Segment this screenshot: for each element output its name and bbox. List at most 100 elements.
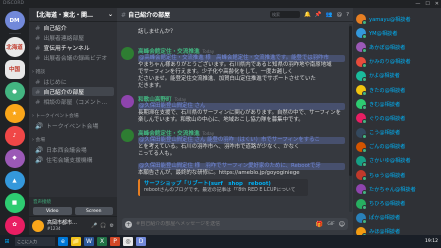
message-author[interactable]: 和歌山高野町	[138, 95, 172, 103]
member-item[interactable]: YM@相談者	[356, 26, 438, 40]
screen-share-button[interactable]: Screen	[74, 207, 113, 215]
search-input[interactable]: 検索	[270, 11, 300, 18]
member-item[interactable]: きたの@相談者	[356, 83, 438, 97]
member-item[interactable]: ぐりの@相談者	[356, 111, 438, 125]
member-name: かよ@相談者	[369, 73, 400, 80]
member-name: かみのり@相談者	[369, 59, 411, 66]
scrollbar[interactable]	[349, 24, 352, 212]
header-icon[interactable]: 🔔	[304, 12, 311, 18]
channel-label: 日本西会議会場	[46, 148, 87, 154]
message-text: やまちゃん様ありがとうございます。石川県内であると知県の羽咋地や南原地域	[138, 62, 332, 68]
member-item[interactable]: yamayu@相談者	[356, 12, 438, 26]
member-item[interactable]: みほ@相談者	[356, 225, 438, 235]
server-icon[interactable]: ▲	[4, 171, 25, 191]
avatar[interactable]	[32, 220, 44, 232]
windows-start-icon[interactable]: ⊞	[2, 237, 12, 246]
header-icon[interactable]: ?	[346, 12, 349, 18]
taskbar-app-icon[interactable]: X	[97, 237, 107, 246]
member-item[interactable]: ちゅう@相談者	[356, 168, 438, 182]
server-icon[interactable]: 中国	[4, 59, 25, 79]
taskbar-app-icon[interactable]: 📁	[71, 237, 81, 246]
message-body: 高峰会館定住・交流推進 Today @高峰会館定住・交流推進 様 高峰会館定住・交流…	[138, 47, 345, 90]
message-header: 高峰会館定住・交流推進 Today	[138, 47, 345, 55]
channel-item[interactable]: # はじめに	[32, 77, 114, 87]
channel-label: 相談の部屋（コメント…	[43, 100, 108, 106]
gift-icon[interactable]: 🎁	[316, 221, 323, 228]
avatar[interactable]	[121, 129, 134, 142]
server-icon[interactable]: DM	[4, 11, 25, 31]
message-author[interactable]: 高峰会館定住・交流推進	[138, 129, 200, 137]
channel-label: 住宅会議支援機構	[46, 158, 93, 164]
headset-icon[interactable]: 🎧	[100, 223, 106, 229]
scrollbar-thumb[interactable]	[349, 26, 352, 176]
channel-item[interactable]: # 自己紹介の部屋	[32, 87, 114, 96]
channel-label: 宣伝用チャンネル	[43, 46, 90, 52]
channel-item[interactable]: 🔊 トークイベント会場	[32, 121, 114, 131]
channel-category[interactable]: › 会場	[29, 131, 117, 144]
header-icon[interactable]: 👥	[326, 12, 333, 18]
taskbar-app-icon[interactable]: e	[58, 237, 68, 246]
message-text: 長期滞在支援で、石川県のサーフィンに関心があります。自然の中で、サーフィンを	[138, 110, 342, 116]
server-list: DM 北海道 中国 ● ★ ♪ ◆ ▲ ■ ✿	[0, 8, 29, 235]
member-item[interactable]: ごんの@相談者	[356, 140, 438, 154]
channel-list: # 自己紹介 # 出展者連絡部屋 # 宣伝用チャンネル # 出展者会議の録画ビデオ › 雑談 # は…	[29, 23, 117, 164]
channel-item[interactable]: 🔊 日本西会議会場	[32, 145, 114, 155]
channel-item[interactable]: # 宣伝用チャンネル	[32, 43, 114, 53]
member-item[interactable]: きむ@相談者	[356, 97, 438, 111]
taskbar-app-icon[interactable]: ◎	[123, 237, 133, 246]
member-item[interactable]: たかちゃん@相談者	[356, 182, 438, 196]
channel-item[interactable]: # 自己紹介	[32, 23, 114, 33]
avatar	[356, 127, 367, 139]
taskbar-search[interactable]: ここに入力	[15, 237, 55, 246]
message-author[interactable]: 高峰会館定住・交流推進	[138, 47, 200, 55]
gif-button[interactable]: GIF	[327, 222, 334, 227]
maximize-button[interactable]: ☐	[425, 0, 429, 8]
channel-category[interactable]: › トークイベント会場	[29, 107, 117, 120]
member-item[interactable]: ぱか@相談者	[356, 211, 438, 225]
header-icon[interactable]: @	[337, 12, 343, 18]
video-button[interactable]: Video	[33, 207, 72, 215]
channel-item[interactable]: # 出展者会議の録画ビデオ	[32, 53, 114, 63]
taskbar-app-icon[interactable]: P	[110, 237, 120, 246]
avatar	[356, 226, 367, 235]
gear-icon[interactable]: ⚙	[110, 223, 114, 229]
hash-icon: #	[35, 23, 41, 32]
member-item[interactable]: さかいゆ@相談者	[356, 154, 438, 168]
server-icon[interactable]: ■	[4, 193, 25, 213]
upload-plus-icon[interactable]: +	[125, 220, 132, 228]
member-item[interactable]: かみのり@相談者	[356, 55, 438, 69]
minimize-button[interactable]: —	[415, 0, 420, 8]
member-name: yamayu@相談者	[369, 16, 411, 23]
member-item[interactable]: ちひろ@相談者	[356, 196, 438, 210]
emoji-icon[interactable]: ☺	[339, 221, 345, 228]
taskbar-app-icon[interactable]: W	[84, 237, 94, 246]
header-icon[interactable]: 📌	[315, 12, 322, 18]
server-icon[interactable]: ★	[4, 104, 25, 124]
embed-title[interactable]: サーフショップ「リブート(surf shop reboot)	[144, 181, 304, 188]
message-text: 本願告さんが、最終的な研修に。https://ameblo.jp/goyogin…	[138, 170, 300, 176]
avatar[interactable]	[121, 47, 134, 60]
taskbar-app-icon[interactable]: D	[136, 237, 146, 246]
member-list: yamayu@相談者 YM@相談者 あかぽ@相談者かみのり@相談者 かよ@相談者きたの…	[353, 8, 441, 235]
channel-item[interactable]: 🔊 住宅会議支援機構	[32, 155, 114, 165]
server-icon[interactable]: ◆	[4, 148, 25, 169]
member-item[interactable]: あかぽ@相談者	[356, 40, 438, 54]
member-item[interactable]: こう@相談者	[356, 126, 438, 140]
channel-category[interactable]: › 雑談	[29, 63, 117, 76]
message-input[interactable]	[136, 221, 312, 227]
clock-time: 19:12	[425, 239, 438, 244]
hash-icon: #	[35, 97, 41, 106]
member-item[interactable]: かよ@相談者	[356, 69, 438, 83]
server-icon[interactable]: ●	[4, 81, 25, 102]
avatar	[356, 155, 367, 167]
microphone-icon[interactable]: 🎤	[91, 223, 97, 229]
server-icon[interactable]: 北海道	[4, 37, 25, 57]
message-body: 話しませんか？	[138, 29, 345, 42]
close-button[interactable]: ✕	[435, 0, 439, 8]
channel-item[interactable]: # 相談の部屋（コメント…	[32, 97, 114, 107]
server-icon[interactable]: ✿	[4, 215, 25, 235]
server-icon[interactable]: ♪	[4, 126, 25, 146]
server-header[interactable]: 【北海道・東北・関… ⌄	[29, 8, 117, 22]
channel-item[interactable]: # 出展者連絡部屋	[32, 33, 114, 43]
avatar[interactable]	[121, 95, 134, 108]
